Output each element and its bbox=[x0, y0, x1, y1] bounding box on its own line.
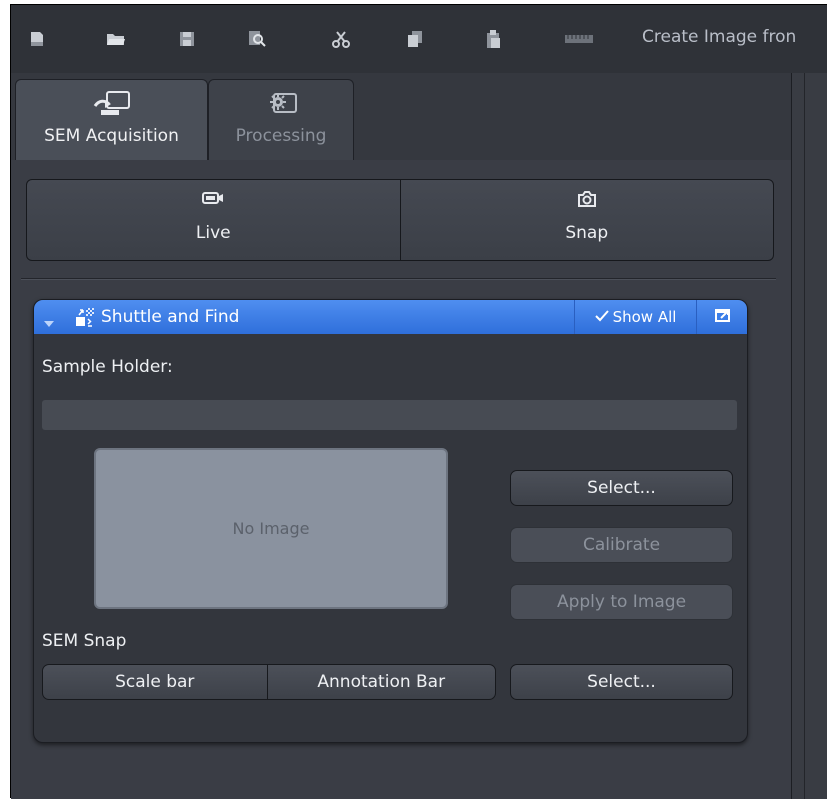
sample-holder-label: Sample Holder: bbox=[42, 357, 173, 377]
copy-icon[interactable] bbox=[405, 29, 425, 49]
shuttle-and-find-panel: Shuttle and Find Show All Sample Holder:… bbox=[33, 299, 748, 743]
live-button[interactable]: Live bbox=[27, 180, 400, 260]
tab-processing[interactable]: Processing bbox=[208, 79, 354, 160]
tab-label: SEM Acquisition bbox=[44, 126, 179, 146]
tab-label: Processing bbox=[235, 126, 327, 146]
sem-acquisition-icon bbox=[91, 90, 133, 118]
snap-label: Snap bbox=[565, 223, 609, 243]
snap-overlay-button-group: Scale bar Annotation Bar bbox=[42, 664, 496, 700]
cut-icon[interactable] bbox=[331, 29, 351, 49]
processing-gear-icon bbox=[260, 90, 302, 118]
paste-icon[interactable] bbox=[483, 29, 503, 49]
pop-out-icon bbox=[714, 307, 732, 328]
show-all-toggle[interactable]: Show All bbox=[574, 300, 696, 334]
snap-button[interactable]: Snap bbox=[399, 180, 774, 260]
create-image-button[interactable]: Create Image fron bbox=[642, 27, 796, 47]
no-image-text: No Image bbox=[232, 519, 310, 538]
annotation-bar-button[interactable]: Annotation Bar bbox=[266, 665, 496, 699]
zoom-search-icon[interactable] bbox=[247, 29, 267, 49]
shuttle-find-icon bbox=[74, 306, 96, 333]
collapse-arrow-icon[interactable] bbox=[43, 313, 55, 333]
ruler-icon[interactable] bbox=[559, 29, 599, 49]
video-camera-icon bbox=[202, 190, 224, 212]
show-all-label: Show All bbox=[612, 308, 677, 326]
tab-content: Live Snap Shuttle and Find Show All Samp… bbox=[11, 160, 791, 799]
tab-strip: SEM Acquisition Processing bbox=[11, 73, 791, 160]
new-document-icon[interactable] bbox=[27, 29, 47, 49]
apply-to-image-button[interactable]: Apply to Image bbox=[510, 584, 733, 620]
tab-sem-acquisition[interactable]: SEM Acquisition bbox=[15, 79, 208, 160]
camera-icon bbox=[577, 190, 597, 212]
live-label: Live bbox=[195, 223, 231, 243]
select-holder-button[interactable]: Select... bbox=[510, 470, 733, 506]
select-snap-button[interactable]: Select... bbox=[510, 664, 733, 700]
checkmark-icon bbox=[594, 308, 609, 326]
sample-holder-field[interactable] bbox=[42, 400, 737, 430]
sample-image-placeholder: No Image bbox=[94, 448, 448, 609]
panel-title: Shuttle and Find bbox=[101, 307, 240, 327]
acquire-button-group: Live Snap bbox=[26, 179, 774, 261]
panel-header[interactable]: Shuttle and Find Show All bbox=[34, 300, 747, 334]
pop-out-button[interactable] bbox=[696, 300, 747, 334]
scale-bar-button[interactable]: Scale bar bbox=[43, 665, 267, 699]
pane-splitter[interactable] bbox=[804, 73, 805, 799]
open-folder-icon[interactable] bbox=[106, 29, 126, 49]
toolbar: Create Image fron bbox=[11, 5, 827, 74]
app-window: Create Image fron SEM Acquisition Proces… bbox=[10, 4, 827, 799]
right-side-pane bbox=[791, 73, 827, 799]
calibrate-button[interactable]: Calibrate bbox=[510, 527, 733, 563]
save-icon[interactable] bbox=[177, 29, 197, 49]
sem-snap-label: SEM Snap bbox=[42, 631, 127, 651]
divider bbox=[21, 278, 776, 280]
